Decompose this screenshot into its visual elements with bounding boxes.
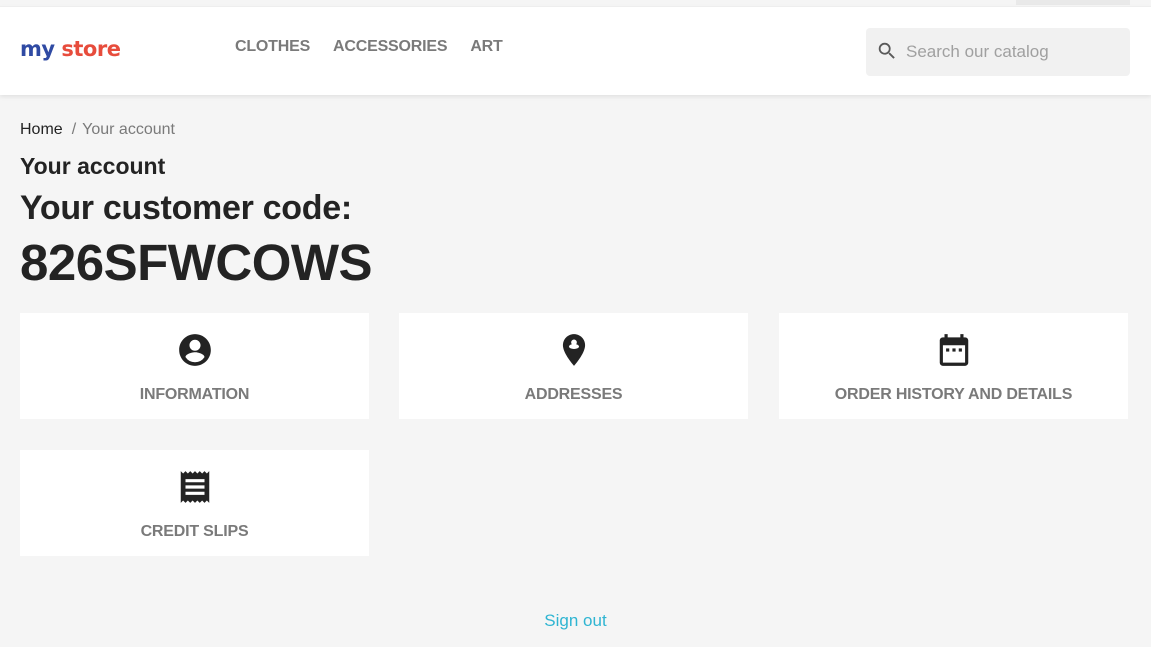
credit-slips-label: CREDIT SLIPS xyxy=(140,523,249,540)
addresses-label: ADDRESSES xyxy=(524,386,623,403)
information-label: INFORMATION xyxy=(139,386,250,403)
credit-slips-link[interactable]: CREDIT SLIPS xyxy=(20,450,369,556)
page-title: Your account xyxy=(20,153,166,179)
customer-code: 826SFWCOWS xyxy=(20,234,373,291)
logo-text-store: store xyxy=(61,37,121,61)
menu-item-clothes[interactable]: CLOTHES xyxy=(235,38,310,56)
site-header: my store CLOTHES ACCESSORIES ART xyxy=(0,6,1151,95)
calendar-icon xyxy=(939,334,968,366)
store-logo[interactable]: my store xyxy=(20,34,121,64)
location-pin-icon xyxy=(562,334,585,366)
account-circle-icon xyxy=(178,334,211,366)
breadcrumb-current: Your account xyxy=(82,121,175,138)
search-input[interactable] xyxy=(906,28,1121,76)
menu-item-art[interactable]: ART xyxy=(470,38,502,56)
customer-code-label: Your customer code: xyxy=(20,189,352,227)
breadcrumb-home[interactable]: Home xyxy=(20,121,63,138)
search-box xyxy=(866,28,1130,76)
information-link[interactable]: INFORMATION xyxy=(20,313,369,419)
order-history-label: ORDER HISTORY AND DETAILS xyxy=(834,386,1073,403)
sign-out-link[interactable]: Sign out xyxy=(544,611,606,630)
order-history-link[interactable]: ORDER HISTORY AND DETAILS xyxy=(779,313,1128,419)
sign-out-container: Sign out xyxy=(0,611,1151,631)
logo-text-my: my xyxy=(20,37,55,61)
addresses-link[interactable]: ADDRESSES xyxy=(399,313,748,419)
menu-item-accessories[interactable]: ACCESSORIES xyxy=(333,38,447,56)
search-icon[interactable] xyxy=(876,40,898,62)
breadcrumb-separator: / xyxy=(71,121,77,138)
top-strip-tab xyxy=(1016,0,1130,5)
main-menu: CLOTHES ACCESSORIES ART xyxy=(235,38,503,56)
receipt-icon xyxy=(180,471,209,503)
breadcrumb: Home / Your account xyxy=(20,120,175,140)
